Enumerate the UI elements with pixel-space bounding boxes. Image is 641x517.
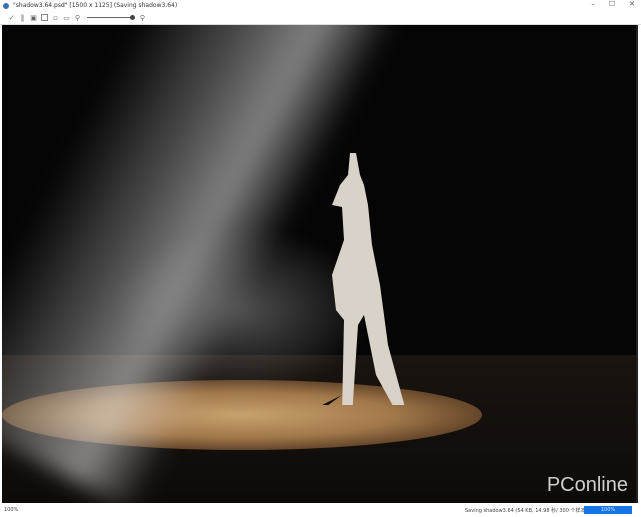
app-icon [3, 2, 9, 9]
close-button[interactable]: ✕ [629, 0, 635, 8]
pause-icon[interactable]: ‖ [19, 14, 26, 22]
render-canvas: PConline [2, 25, 638, 503]
fit-icon[interactable]: ▫ [52, 14, 59, 22]
save-icon[interactable]: ▣ [30, 14, 37, 22]
zoom-slider-knob[interactable] [130, 15, 135, 20]
progress-bar: 100% [584, 506, 632, 514]
zoom-out-icon[interactable]: ⚲ [74, 14, 81, 22]
progress-label: 100% [600, 507, 616, 513]
watermark: PConline [546, 474, 628, 496]
toolbar: ✓ ‖ ▣ ▫ ▭ ⚲ ⚲ [0, 11, 641, 25]
crop-icon[interactable] [41, 14, 48, 21]
zoom-in-icon[interactable]: ⚲ [139, 14, 146, 22]
maximize-button[interactable]: ☐ [609, 0, 615, 8]
minimize-button[interactable]: – [591, 0, 595, 8]
status-message: Saving shadow3.64 (54 KB, 14.98 秒/ 300 个… [465, 508, 588, 514]
zoom-slider[interactable] [87, 15, 135, 20]
check-icon[interactable]: ✓ [8, 14, 15, 22]
status-bar: 100% Saving shadow3.64 (54 KB, 14.98 秒/ … [0, 503, 641, 517]
title-bar: "shadow3.64.psd" [1500 x 1125] (Saving s… [0, 0, 641, 11]
grid-icon[interactable]: ▭ [63, 14, 70, 22]
figure-statue [322, 153, 405, 405]
window-title: "shadow3.64.psd" [1500 x 1125] (Saving s… [13, 2, 178, 9]
zoom-status: 100% [4, 507, 19, 513]
